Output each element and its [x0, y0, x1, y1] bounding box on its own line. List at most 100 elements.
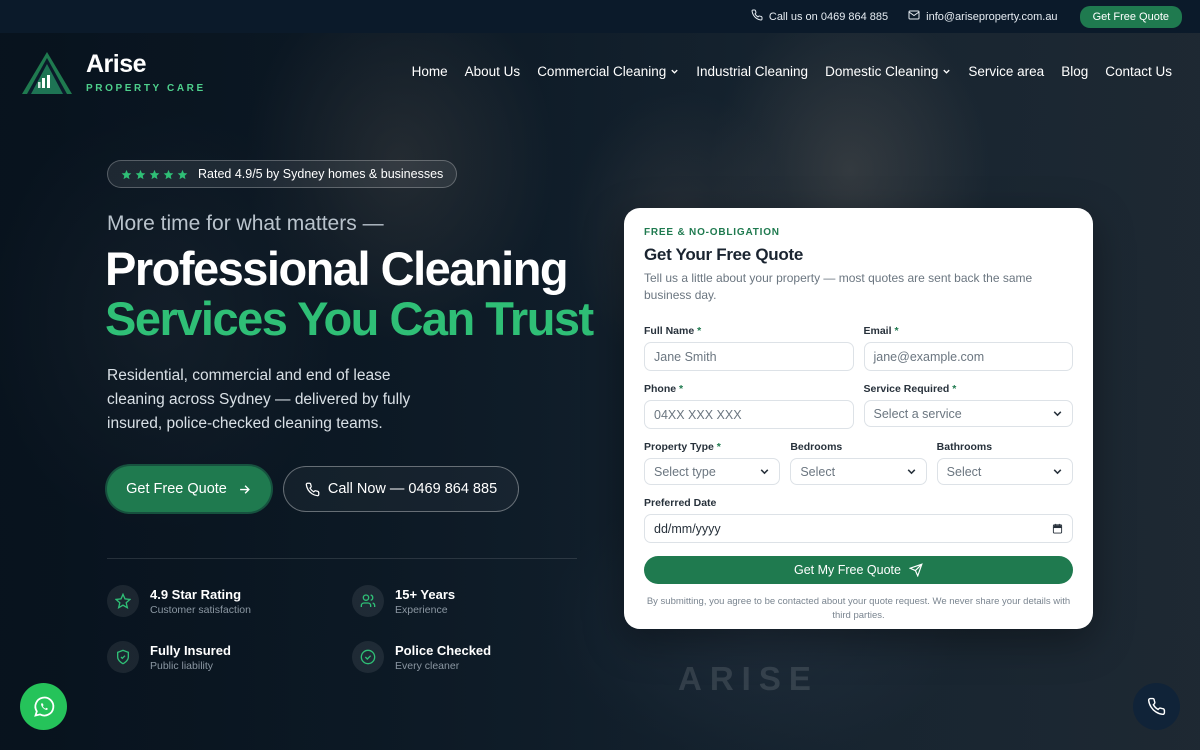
- nav-item-about-us[interactable]: About Us: [465, 64, 521, 79]
- brand-tagline: PROPERTY CARE: [86, 83, 206, 94]
- check-circle-icon: [352, 641, 384, 673]
- hero-cta-row: Get Free Quote Call Now — 0469 864 885: [107, 466, 519, 512]
- phone-icon: [1147, 697, 1166, 716]
- bathrooms-value: Select: [946, 464, 982, 479]
- bedrooms-field: Bedrooms Select: [790, 441, 927, 485]
- logo-watermark: ARISE: [678, 660, 819, 697]
- star-icon: [135, 169, 146, 179]
- phone-placeholder: 04XX XXX XXX: [654, 407, 742, 422]
- service-field: Service Required * Select a service: [863, 383, 1073, 429]
- topbar-phone-text: Call us on 0469 864 885: [768, 10, 889, 23]
- service-select[interactable]: Select a service: [863, 400, 1073, 427]
- chevron-down-icon: [1053, 469, 1062, 475]
- full-name-input[interactable]: Jane Smith: [644, 342, 854, 371]
- form-disclaimer: By submitting, you agree to be contacted…: [646, 596, 1071, 621]
- stat-title: Police Checked: [395, 642, 492, 658]
- phone-icon: [751, 9, 763, 24]
- submit-quote-label: Get My Free Quote: [794, 563, 901, 577]
- service-select-value: Select a service: [873, 406, 962, 421]
- stat-subtitle: Experience: [395, 603, 448, 616]
- nav-label: Blog: [1061, 64, 1089, 79]
- chevron-down-icon: [1053, 411, 1062, 417]
- topbar-phone-link[interactable]: Call us on 0469 864 885: [751, 9, 888, 24]
- email-input[interactable]: jane@example.com: [863, 342, 1073, 371]
- star-icon: [121, 169, 132, 179]
- stat-rating: 4.9 Star Rating Customer satisfaction: [107, 585, 352, 617]
- email-label: Email *: [863, 325, 899, 337]
- property-type-value: Select type: [654, 464, 716, 479]
- form-title: Get Your Free Quote: [644, 245, 803, 264]
- full-name-field: Full Name * Jane Smith: [644, 325, 854, 371]
- hero-title-line1: Professional Cleaning: [105, 242, 569, 295]
- chevron-down-icon: [943, 69, 951, 74]
- quote-form-card: FREE & NO-OBLIGATION Get Your Free Quote…: [624, 208, 1093, 629]
- stat-subtitle: Public liability: [150, 659, 214, 672]
- users-icon: [352, 585, 384, 617]
- trust-stats: 4.9 Star Rating Customer satisfaction 15+…: [107, 585, 587, 673]
- phone-field: Phone * 04XX XXX XXX: [644, 383, 854, 429]
- form-row-property: Property Type * Select type Bedrooms Sel…: [644, 441, 1073, 485]
- submit-quote-button[interactable]: Get My Free Quote: [644, 556, 1073, 584]
- mail-icon: [908, 9, 920, 24]
- call-now-label: Call Now — 0469 864 885: [327, 481, 498, 497]
- stat-police-checked: Police Checked Every cleaner: [352, 641, 587, 673]
- main-nav: Home About Us Commercial Cleaning Indust…: [412, 64, 1172, 79]
- call-floating-button[interactable]: [1133, 683, 1180, 730]
- form-row-name-email: Full Name * Jane Smith Email * jane@exam…: [644, 325, 1073, 371]
- bathrooms-select[interactable]: Select: [936, 458, 1073, 485]
- property-type-select[interactable]: Select type: [644, 458, 781, 485]
- star-icon: [149, 169, 160, 179]
- star-icon: [177, 169, 188, 179]
- topbar-quote-button[interactable]: Get Free Quote: [1079, 5, 1182, 28]
- preferred-date-label: Preferred Date: [644, 497, 717, 509]
- property-type-label: Property Type *: [644, 441, 721, 453]
- bathrooms-label: Bathrooms: [936, 441, 993, 453]
- nav-label: Service area: [968, 64, 1045, 79]
- star-icon: [163, 169, 174, 179]
- nav-item-home[interactable]: Home: [412, 64, 448, 79]
- brand-name: Arise: [86, 50, 147, 78]
- nav-item-industrial-cleaning[interactable]: Industrial Cleaning: [696, 64, 808, 79]
- nav-item-contact-us[interactable]: Contact Us: [1105, 64, 1172, 79]
- nav-item-service-area[interactable]: Service area: [968, 64, 1044, 79]
- arrow-right-icon: [240, 484, 250, 494]
- email-field: Email * jane@example.com: [863, 325, 1073, 371]
- call-now-button[interactable]: Call Now — 0469 864 885: [283, 466, 519, 512]
- phone-input[interactable]: 04XX XXX XXX: [644, 400, 854, 429]
- topbar-email-text: info@ariseproperty.com.au: [926, 10, 1058, 23]
- star-rating: [121, 169, 188, 180]
- stat-subtitle: Every cleaner: [395, 659, 460, 672]
- stat-title: 4.9 Star Rating: [150, 586, 242, 602]
- star-icon: [107, 585, 139, 617]
- property-type-field: Property Type * Select type: [644, 441, 781, 485]
- send-icon: [908, 563, 923, 577]
- nav-item-blog[interactable]: Blog: [1061, 64, 1088, 79]
- rating-badge: Rated 4.9/5 by Sydney homes & businesses: [107, 160, 458, 188]
- rating-text: Rated 4.9/5 by Sydney homes & businesses: [198, 167, 444, 181]
- brand-logo[interactable]: Arise PROPERTY CARE: [20, 50, 206, 96]
- preferred-date-input[interactable]: dd/mm/yyyy: [644, 514, 1073, 543]
- top-bar: Call us on 0469 864 885 info@ariseproper…: [0, 0, 1200, 33]
- full-name-placeholder: Jane Smith: [654, 349, 717, 364]
- nav-item-domestic-cleaning[interactable]: Domestic Cleaning: [825, 64, 951, 79]
- stat-experience: 15+ Years Experience: [352, 585, 587, 617]
- chevron-down-icon: [760, 469, 769, 475]
- calendar-icon[interactable]: [1052, 523, 1063, 534]
- get-free-quote-button[interactable]: Get Free Quote: [107, 466, 271, 512]
- logo-house-icon: [22, 52, 72, 94]
- stat-insured: Fully Insured Public liability: [107, 641, 352, 673]
- stat-title: 15+ Years: [395, 586, 456, 602]
- topbar-email-link[interactable]: info@ariseproperty.com.au: [908, 9, 1058, 24]
- nav-label: Commercial Cleaning: [537, 64, 667, 79]
- nav-label: Domestic Cleaning: [825, 64, 939, 79]
- whatsapp-button[interactable]: [20, 683, 67, 730]
- hero-lead: Residential, commercial and end of lease…: [107, 367, 411, 432]
- nav-label: Industrial Cleaning: [696, 64, 809, 79]
- full-name-label: Full Name *: [644, 325, 702, 337]
- nav-item-commercial-cleaning[interactable]: Commercial Cleaning: [537, 64, 679, 79]
- whatsapp-icon: [33, 696, 54, 717]
- bedrooms-select[interactable]: Select: [790, 458, 927, 485]
- form-eyebrow: FREE & NO-OBLIGATION: [644, 227, 780, 238]
- nav-label: Home: [411, 64, 448, 79]
- form-description: Tell us a little about your property — m…: [644, 271, 1033, 302]
